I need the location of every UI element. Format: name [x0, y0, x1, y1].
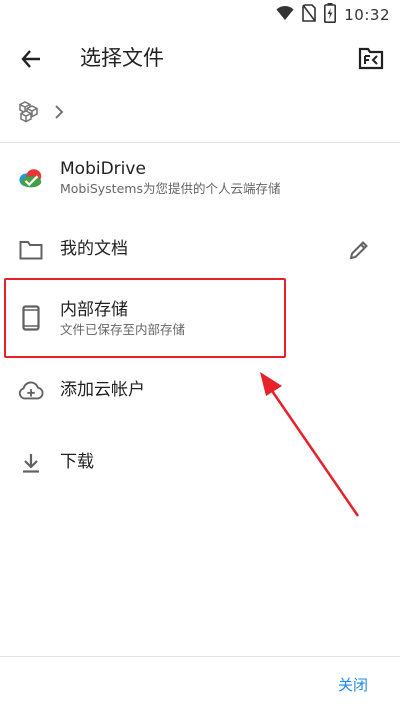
- download-text: 下载: [60, 451, 94, 473]
- footer-divider: [0, 656, 400, 657]
- cloud-add-icon: [18, 378, 44, 404]
- internal-storage-title: 内部存储: [60, 300, 128, 320]
- list-item-add-cloud-account[interactable]: 添加云帐户: [0, 366, 400, 416]
- internal-storage-text: 内部存储 文件已保存至内部存储: [60, 299, 185, 339]
- my-documents-text: 我的文档: [60, 238, 128, 260]
- mobidrive-text: MobiDrive MobiSystems为您提供的个人云端存储: [60, 158, 280, 198]
- mobidrive-title: MobiDrive: [60, 159, 146, 179]
- wifi-icon: [276, 5, 294, 25]
- chevron-right-icon: [54, 104, 64, 124]
- add-cloud-account-title: 添加云帐户: [60, 380, 145, 400]
- list-item-my-documents[interactable]: 我的文档: [0, 225, 400, 275]
- breadcrumb: [0, 96, 400, 132]
- download-title: 下载: [60, 452, 94, 472]
- page-title: 选择文件: [80, 46, 164, 70]
- breadcrumb-divider: [0, 142, 400, 143]
- mobidrive-subtitle: MobiSystems为您提供的个人云端存储: [60, 181, 281, 196]
- status-icons: 10:32: [276, 3, 390, 27]
- no-sim-icon: [302, 4, 317, 26]
- back-button[interactable]: [16, 44, 46, 74]
- pencil-icon: [349, 241, 368, 260]
- arrow-left-icon: [21, 50, 40, 68]
- status-bar: 10:32: [0, 0, 400, 30]
- add-cloud-account-text: 添加云帐户: [60, 379, 145, 401]
- internal-storage-subtitle: 文件已保存至内部存储: [60, 322, 186, 337]
- list-item-download[interactable]: 下载: [0, 438, 400, 488]
- fc-folder-icon: [358, 47, 384, 70]
- my-documents-title: 我的文档: [60, 239, 128, 259]
- battery-charging-icon: [324, 3, 337, 27]
- list-item-mobidrive[interactable]: MobiDrive MobiSystems为您提供的个人云端存储: [0, 150, 400, 208]
- fc-folder-button[interactable]: [356, 43, 386, 73]
- root-cubes-icon[interactable]: [18, 100, 44, 128]
- folder-icon: [18, 237, 44, 263]
- status-time: 10:32: [344, 6, 390, 24]
- edit-button[interactable]: [346, 237, 372, 263]
- list-item-internal-storage[interactable]: 内部存储 文件已保存至内部存储: [0, 285, 400, 351]
- close-button[interactable]: 关闭: [338, 674, 368, 695]
- phone-icon: [18, 305, 44, 331]
- download-icon: [18, 450, 44, 476]
- mobidrive-cloud-icon: [18, 166, 44, 192]
- app-bar: 选择文件: [0, 30, 400, 86]
